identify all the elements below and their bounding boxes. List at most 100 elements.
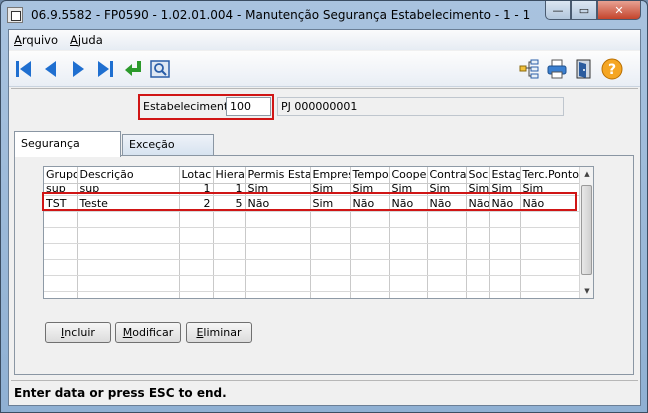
scroll-up-arrow-icon[interactable]: ▲: [580, 167, 593, 181]
next-record-button[interactable]: [66, 57, 90, 81]
tab-excecao[interactable]: Exceção: [122, 134, 214, 155]
estabelecimento-input[interactable]: 100: [226, 97, 271, 116]
col-header-lotac[interactable]: Lotac: [179, 167, 214, 184]
cell-cooper: Sim: [389, 183, 428, 196]
previous-record-button[interactable]: [39, 57, 63, 81]
col-header-descricao[interactable]: Descrição: [77, 167, 180, 184]
search-zoom-icon: [150, 60, 170, 78]
estabelecimento-row: Estabelecimento: 100 PJ 000000001: [9, 94, 640, 120]
client-area: Arquivo Ajuda ? Estabelecimento: 100 PJ …: [8, 29, 641, 406]
window-title: 06.9.5582 - FP0590 - 1.02.01.004 - Manut…: [31, 8, 531, 22]
modificar-mnemonic: M: [122, 326, 133, 339]
empty-row: [44, 275, 580, 292]
seguranca-grid[interactable]: Grupo Descrição Lotac Hierar Permis Esta…: [43, 166, 594, 299]
estabelecimento-description: PJ 000000001: [277, 97, 564, 116]
cell-soc: Sim: [466, 183, 490, 196]
exit-door-icon: [576, 59, 591, 79]
menu-ajuda[interactable]: Ajuda: [70, 33, 103, 47]
modificar-button[interactable]: Modificar: [115, 322, 181, 343]
app-icon: [7, 7, 23, 23]
col-header-soc[interactable]: Soc: [466, 167, 490, 184]
col-header-contrat[interactable]: Contrat: [427, 167, 467, 184]
cell-contrat: Não: [427, 195, 467, 212]
scroll-down-arrow-icon[interactable]: ▼: [580, 284, 593, 298]
svg-text:?: ?: [608, 62, 616, 78]
cell-lotac: 1: [179, 183, 214, 196]
cell-terc-ponto: Sim: [520, 183, 580, 196]
cell-tempor: Sim: [350, 183, 390, 196]
empty-row: [44, 291, 580, 298]
incluir-label: ncluir: [64, 326, 95, 339]
eliminar-button[interactable]: Eliminar: [186, 322, 252, 343]
col-header-empres[interactable]: Empres: [310, 167, 351, 184]
minimize-button[interactable]: —: [545, 1, 571, 20]
scroll-thumb[interactable]: [581, 185, 592, 275]
help-button[interactable]: ?: [600, 57, 624, 81]
cell-tempor: Não: [350, 195, 390, 212]
eliminar-label: liminar: [203, 326, 242, 339]
cell-permis-estab: Sim: [245, 183, 311, 196]
menu-ajuda-label: juda: [77, 33, 103, 47]
col-header-cooper[interactable]: Cooper: [389, 167, 428, 184]
estabelecimento-label: Estabelecimento:: [143, 100, 239, 113]
table-row[interactable]: TST Teste 2 5 Não Sim Não Não Não Não Nã…: [44, 195, 580, 212]
cell-hierar: 1: [213, 183, 246, 196]
cell-hierar: 5: [213, 195, 246, 212]
first-record-button[interactable]: [12, 57, 36, 81]
cell-cooper: Não: [389, 195, 428, 212]
last-record-button[interactable]: [93, 57, 117, 81]
incluir-button[interactable]: Incluir: [45, 322, 111, 343]
col-header-tempor[interactable]: Tempor: [350, 167, 390, 184]
cell-descricao: sup: [77, 183, 180, 196]
empty-row: [44, 227, 580, 244]
help-icon: ?: [601, 58, 623, 80]
tree-structure-button[interactable]: [517, 57, 541, 81]
application-window: 06.9.5582 - FP0590 - 1.02.01.004 - Manut…: [0, 0, 648, 413]
cell-estag: Sim: [489, 183, 521, 196]
grid-vertical-scrollbar[interactable]: ▲ ▼: [579, 167, 593, 298]
cell-terc-ponto: Não: [520, 195, 580, 212]
col-header-hierar[interactable]: Hierar: [213, 167, 246, 184]
menu-bar: Arquivo Ajuda: [9, 30, 640, 50]
col-header-permis-estab[interactable]: Permis Estab: [245, 167, 311, 184]
status-bar: Enter data or press ESC to end.: [9, 381, 640, 405]
cell-grupo: sup: [44, 183, 78, 196]
col-header-grupo[interactable]: Grupo: [44, 167, 78, 184]
print-button[interactable]: [545, 57, 569, 81]
title-bar[interactable]: 06.9.5582 - FP0590 - 1.02.01.004 - Manut…: [1, 1, 647, 29]
tree-structure-icon: [519, 59, 539, 79]
table-row[interactable]: sup sup 1 1 Sim Sim Sim Sim Sim Sim Sim …: [44, 183, 580, 196]
cell-lotac: 2: [179, 195, 214, 212]
empty-row: [44, 259, 580, 276]
menu-arquivo-mnemonic: A: [14, 33, 22, 47]
maximize-button[interactable]: ▭: [571, 1, 597, 20]
cell-grupo: TST: [44, 195, 78, 212]
toolbar: ?: [9, 51, 640, 87]
cell-permis-estab: Não: [245, 195, 311, 212]
previous-record-icon: [45, 61, 56, 77]
col-header-terc-ponto[interactable]: Terc.Ponto: [520, 167, 580, 184]
go-to-button[interactable]: [121, 57, 145, 81]
seguranca-panel: Grupo Descrição Lotac Hierar Permis Esta…: [14, 155, 634, 375]
next-record-icon: [73, 61, 84, 77]
cell-descricao: Teste: [77, 195, 180, 212]
empty-row: [44, 211, 580, 228]
modificar-label: odificar: [132, 326, 174, 339]
separator: [11, 88, 638, 89]
menu-arquivo[interactable]: Arquivo: [14, 33, 58, 47]
menu-ajuda-mnemonic: A: [70, 33, 78, 47]
cell-contrat: Sim: [427, 183, 467, 196]
grid-header-row: Grupo Descrição Lotac Hierar Permis Esta…: [44, 167, 580, 184]
grid-table: Grupo Descrição Lotac Hierar Permis Esta…: [44, 167, 580, 298]
cell-estag: Não: [489, 195, 521, 212]
first-record-icon: [16, 61, 31, 77]
empty-row: [44, 243, 580, 260]
exit-button[interactable]: [572, 57, 596, 81]
print-icon: [547, 59, 567, 79]
cell-soc: Não: [466, 195, 490, 212]
tab-seguranca[interactable]: Segurança: [14, 131, 121, 157]
col-header-estag[interactable]: Estag: [489, 167, 521, 184]
menu-arquivo-label: rquivo: [21, 33, 59, 47]
search-zoom-button[interactable]: [148, 57, 172, 81]
close-button[interactable]: ✕: [597, 1, 641, 20]
